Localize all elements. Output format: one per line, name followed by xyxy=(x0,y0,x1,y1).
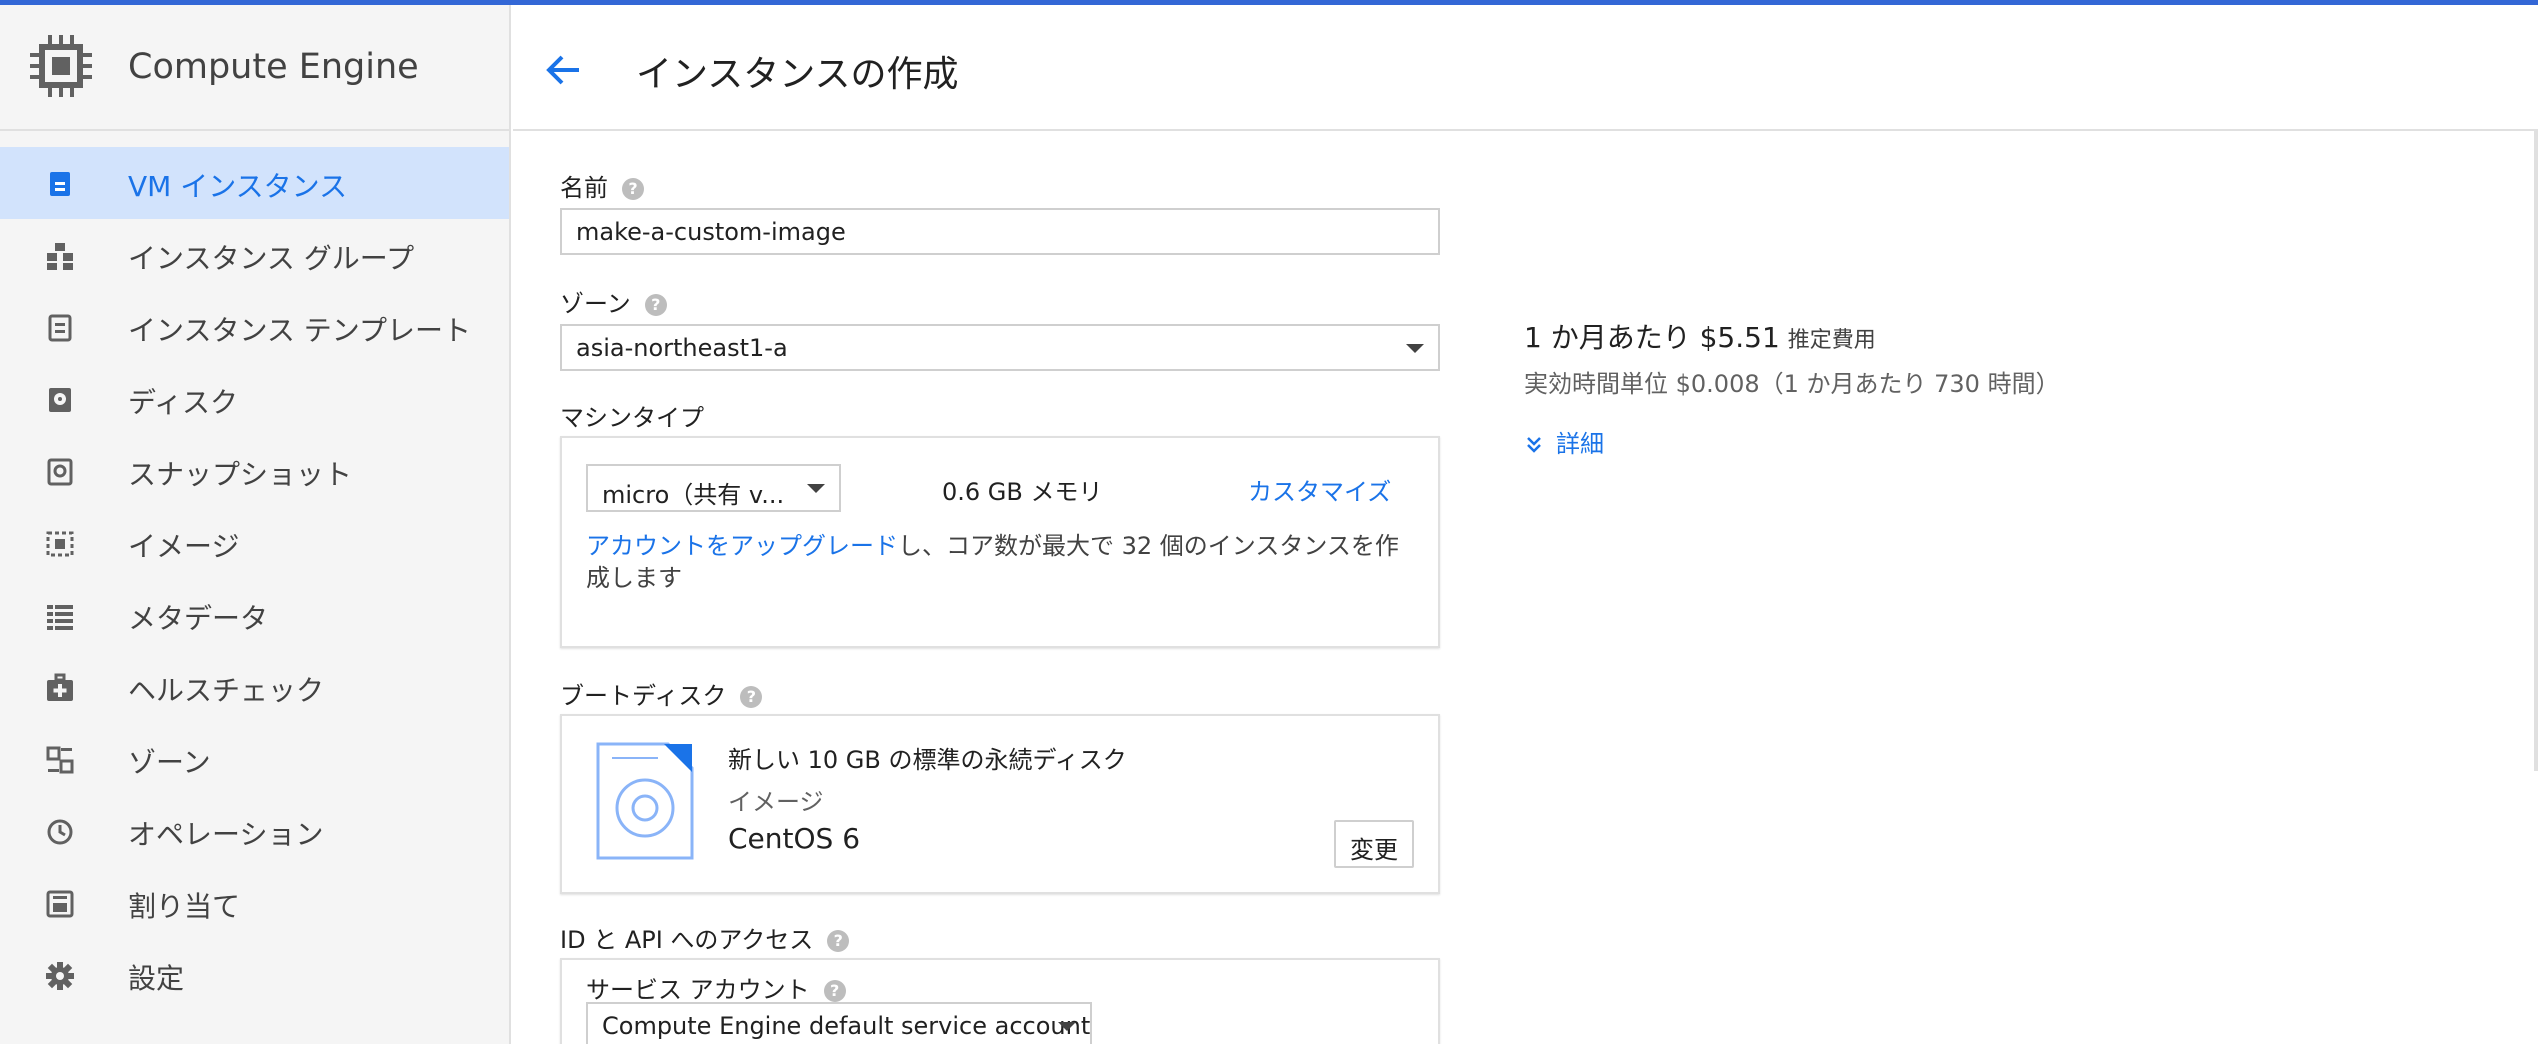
boot-disk-image-label: イメージ xyxy=(728,788,824,816)
sidebar-item-health-checks[interactable]: ヘルスチェック xyxy=(0,651,509,723)
customize-link[interactable]: カスタマイズ xyxy=(1248,472,1391,507)
access-label-text: ID と API へのアクセス xyxy=(560,926,814,954)
sidebar-item-label: VM インスタンス xyxy=(128,170,348,203)
access-card: サービス アカウント? Compute Engine default servi… xyxy=(560,958,1440,1044)
sidebar-item-settings[interactable]: 設定 xyxy=(0,939,509,1011)
machine-type-select-value: micro（共有 v... xyxy=(602,481,785,509)
help-icon[interactable]: ? xyxy=(622,178,644,200)
zone-label-text: ゾーン xyxy=(560,290,631,318)
scrollbar-edge xyxy=(2534,131,2538,771)
zone-select-value: asia-northeast1-a xyxy=(576,334,788,362)
sidebar: Compute Engine VM インスタンス インスタンス グループ インス… xyxy=(0,5,511,1044)
service-account-label: サービス アカウント? xyxy=(586,970,846,1005)
double-chevron-down-icon xyxy=(1527,437,1541,453)
dropdown-arrow-icon xyxy=(1058,1022,1076,1031)
sidebar-item-label: インスタンス グループ xyxy=(128,242,415,275)
name-label-text: 名前 xyxy=(560,174,608,202)
instance-group-icon xyxy=(47,243,73,270)
help-icon[interactable]: ? xyxy=(823,980,846,1002)
upgrade-text-1: し、コア数が最大で 32 個のインスタンスを作 xyxy=(898,532,1399,560)
page-header: インスタンスの作成 xyxy=(513,5,2538,131)
metadata-icon xyxy=(47,605,73,630)
boot-disk-label: ブートディスク? xyxy=(560,676,763,711)
upgrade-text-2: 成します xyxy=(586,564,682,592)
page-title: インスタンスの作成 xyxy=(636,54,959,95)
sidebar-item-instance-templates[interactable]: インスタンス テンプレート xyxy=(0,291,509,363)
machine-type-select[interactable]: micro（共有 v... xyxy=(586,464,841,512)
service-account-label-text: サービス アカウント xyxy=(586,976,810,1004)
change-button[interactable]: 変更 xyxy=(1334,820,1414,868)
upgrade-message: アカウントをアップグレードし、コア数が最大で 32 個のインスタンスを作 成しま… xyxy=(586,530,1416,594)
operation-icon xyxy=(47,819,73,845)
sidebar-item-quotas[interactable]: 割り当て xyxy=(0,867,509,939)
dropdown-arrow-icon xyxy=(1406,344,1424,353)
zone-select[interactable]: asia-northeast1-a xyxy=(560,324,1440,371)
sidebar-item-label: メタデータ xyxy=(128,602,269,635)
sidebar-item-label: ディスク xyxy=(128,386,239,419)
sidebar-item-label: 設定 xyxy=(128,962,185,995)
price-hourly: 実効時間単位 $0.008（1 か月あたり 730 時間） xyxy=(1524,370,2060,398)
back-arrow-icon[interactable] xyxy=(543,49,585,91)
sidebar-item-label: ヘルスチェック xyxy=(128,674,325,707)
sidebar-item-vm-instances[interactable]: VM インスタンス xyxy=(0,147,509,219)
brand-header[interactable]: Compute Engine xyxy=(0,5,509,131)
service-account-select-value: Compute Engine default service account xyxy=(602,1012,1091,1040)
sidebar-item-images[interactable]: イメージ xyxy=(0,507,509,579)
boot-disk-image-value: CentOS 6 xyxy=(728,822,861,855)
sidebar-item-label: 割り当て xyxy=(128,890,241,923)
instance-template-icon xyxy=(48,314,72,342)
chip-icon xyxy=(30,35,92,97)
disk-icon xyxy=(49,388,71,412)
name-input[interactable]: make-a-custom-image xyxy=(560,208,1440,255)
service-account-select[interactable]: Compute Engine default service account xyxy=(586,1002,1092,1044)
boot-disk-label-text: ブートディスク xyxy=(560,682,727,710)
vm-instance-icon xyxy=(50,172,70,196)
sidebar-item-label: スナップショット xyxy=(128,458,353,491)
sidebar-nav: VM インスタンス インスタンス グループ インスタンス テンプレート ディスク… xyxy=(0,147,509,1011)
memory-text: 0.6 GB メモリ xyxy=(942,478,1103,506)
dropdown-arrow-icon xyxy=(807,484,825,493)
sidebar-item-label: オペレーション xyxy=(128,818,324,851)
sidebar-item-label: インスタンス テンプレート xyxy=(128,314,471,347)
upgrade-account-link[interactable]: アカウントをアップグレード xyxy=(586,532,898,560)
boot-disk-title: 新しい 10 GB の標準の永続ディスク xyxy=(728,746,1127,774)
sidebar-item-metadata[interactable]: メタデータ xyxy=(0,579,509,651)
app-title: Compute Engine xyxy=(128,47,419,87)
price-monthly: 1 か月あたり $5.51 xyxy=(1524,321,1780,354)
settings-icon xyxy=(46,962,74,990)
quota-icon xyxy=(46,890,74,918)
machine-type-card: micro（共有 v... 0.6 GB メモリ カスタマイズ アカウントをアッ… xyxy=(560,436,1440,648)
details-toggle[interactable]: 詳細 xyxy=(1524,424,1604,459)
help-icon[interactable]: ? xyxy=(644,294,667,316)
sidebar-item-label: イメージ xyxy=(128,530,240,563)
sidebar-item-label: ゾーン xyxy=(128,746,211,779)
sidebar-item-zones[interactable]: ゾーン xyxy=(0,723,509,795)
health-check-icon xyxy=(47,673,73,701)
snapshot-icon xyxy=(47,458,73,486)
name-label: 名前? xyxy=(560,168,644,203)
boot-disk-card: 新しい 10 GB の標準の永続ディスク イメージ CentOS 6 変更 xyxy=(560,714,1440,894)
help-icon[interactable]: ? xyxy=(827,930,850,952)
sidebar-item-instance-groups[interactable]: インスタンス グループ xyxy=(0,219,509,291)
image-icon xyxy=(46,531,74,557)
zone-label: ゾーン? xyxy=(560,284,667,319)
disk-image-icon xyxy=(596,742,694,860)
sidebar-item-snapshots[interactable]: スナップショット xyxy=(0,435,509,507)
machine-type-label: マシンタイプ xyxy=(560,404,704,432)
details-label: 詳細 xyxy=(1556,430,1604,458)
price-tag: 推定費用 xyxy=(1787,328,1876,353)
price-estimate: 1 か月あたり $5.51 推定費用 xyxy=(1524,316,1876,356)
help-icon[interactable]: ? xyxy=(740,686,763,708)
zone-icon xyxy=(46,746,74,774)
sidebar-item-operations[interactable]: オペレーション xyxy=(0,795,509,867)
sidebar-item-disks[interactable]: ディスク xyxy=(0,363,509,435)
access-label: ID と API へのアクセス? xyxy=(560,920,850,955)
